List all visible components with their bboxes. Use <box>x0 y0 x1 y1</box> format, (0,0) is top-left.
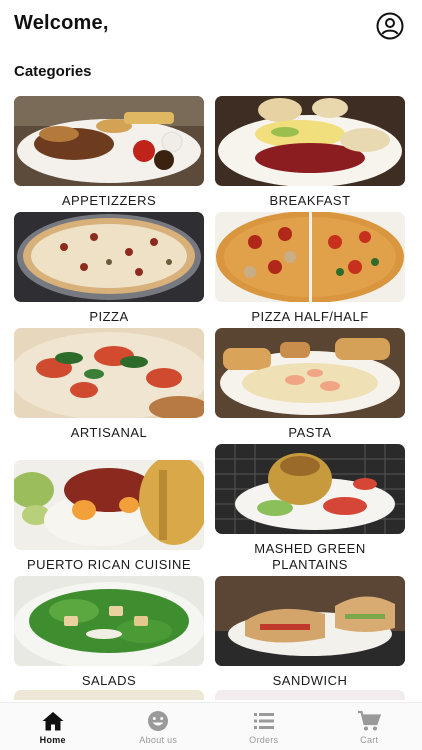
category-image <box>215 328 405 418</box>
category-label: ARTISANAL <box>70 425 148 440</box>
tab-orders[interactable]: Orders <box>211 703 317 750</box>
category-card-pizza[interactable]: PIZZA <box>14 212 204 325</box>
tab-home[interactable]: Home <box>0 703 106 750</box>
cart-icon <box>358 710 382 731</box>
category-label: BREAKFAST <box>269 193 351 208</box>
category-label: MASHED GREEN PLANTAINS <box>254 541 366 572</box>
tab-label: About us <box>139 735 178 745</box>
tab-cart[interactable]: Cart <box>317 703 422 750</box>
category-card-pasta[interactable]: PASTA <box>215 328 405 441</box>
category-label: PUERTO RICAN CUISINE <box>26 557 192 572</box>
category-card-pizza-half-half[interactable]: PIZZA HALF/HALF <box>215 212 405 325</box>
category-image <box>215 212 405 302</box>
smiley-icon <box>148 711 169 731</box>
category-card-salads[interactable]: SALADS <box>14 576 204 689</box>
category-grid: APPETIZZERS BREAKFAST PIZZA PIZZA HALF/H… <box>0 0 422 700</box>
bottom-tab-bar: Home About us Orders Cart <box>0 702 422 750</box>
category-label: PASTA <box>288 425 332 440</box>
tab-label: Cart <box>360 735 379 745</box>
tab-label: Orders <box>249 735 279 745</box>
category-label: SANDWICH <box>272 673 348 688</box>
tab-label: Home <box>39 735 66 745</box>
category-label: SALADS <box>81 673 137 688</box>
category-image <box>14 96 204 186</box>
home-icon <box>42 712 64 731</box>
list-icon <box>253 713 274 729</box>
category-card-appetizzers[interactable]: APPETIZZERS <box>14 96 204 209</box>
tab-about-us[interactable]: About us <box>106 703 212 750</box>
category-label: PIZZA <box>89 309 129 324</box>
category-image <box>14 460 204 550</box>
category-image <box>14 212 204 302</box>
category-image <box>14 576 204 666</box>
category-card-breakfast[interactable]: BREAKFAST <box>215 96 405 209</box>
category-card-mashed-green-plantains[interactable]: MASHED GREEN PLANTAINS <box>215 444 405 573</box>
category-label: APPETIZZERS <box>61 193 157 208</box>
category-card-partial <box>215 690 405 700</box>
category-card-artisanal[interactable]: ARTISANAL <box>14 328 204 441</box>
category-card-puerto-rican-cuisine[interactable]: PUERTO RICAN CUISINE <box>14 460 204 573</box>
category-image <box>14 328 204 418</box>
category-image <box>215 576 405 666</box>
category-card-partial <box>14 690 204 700</box>
category-card-sandwich[interactable]: SANDWICH <box>215 576 405 689</box>
category-label: PIZZA HALF/HALF <box>251 309 369 324</box>
category-image <box>215 444 405 534</box>
category-image <box>215 96 405 186</box>
